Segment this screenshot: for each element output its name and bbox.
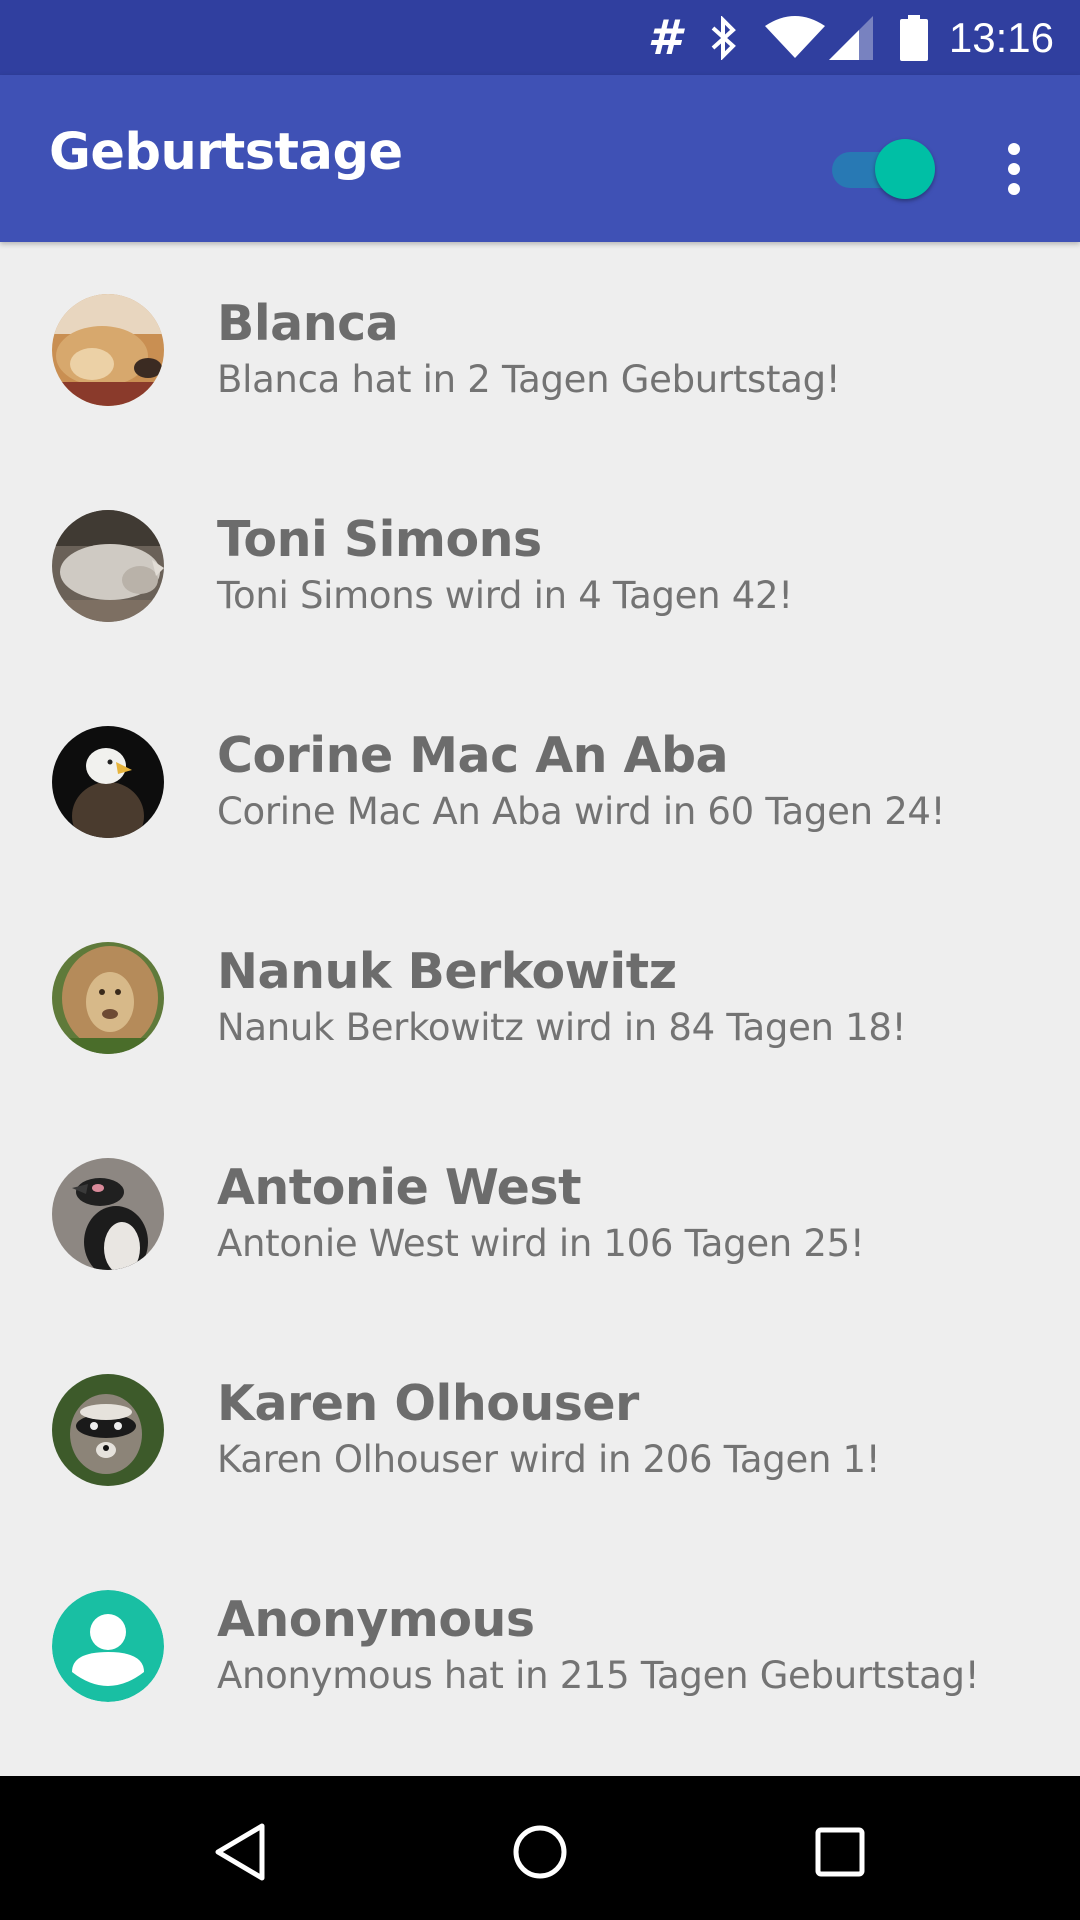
avatar (52, 1158, 164, 1270)
avatar (52, 1590, 164, 1702)
list-item-text: Antonie West Antonie West wird in 106 Ta… (217, 1159, 865, 1265)
page-title: Geburtstage (49, 123, 403, 182)
lion-photo-icon (52, 942, 164, 1054)
more-options-button[interactable] (990, 131, 1038, 207)
birthday-message: Nanuk Berkowitz wird in 84 Tagen 18! (217, 1006, 907, 1049)
toggle-thumb (875, 139, 935, 199)
contact-name: Blanca (217, 295, 399, 352)
birthday-message: Anonymous hat in 215 Tagen Geburtstag! (217, 1654, 980, 1697)
list-item[interactable]: Toni Simons Toni Simons wird in 4 Tagen … (0, 458, 1080, 674)
birthday-message: Antonie West wird in 106 Tagen 25! (217, 1222, 865, 1265)
contact-name: Anonymous (217, 1591, 535, 1648)
avatar (52, 726, 164, 838)
list-item[interactable]: Corine Mac An Aba Corine Mac An Aba wird… (0, 674, 1080, 890)
list-item-text: Corine Mac An Aba Corine Mac An Aba wird… (217, 727, 946, 833)
avatar (52, 1374, 164, 1486)
more-vert-icon (1008, 143, 1020, 155)
more-vert-icon-dot (1008, 163, 1020, 175)
list-item-text: Toni Simons Toni Simons wird in 4 Tagen … (217, 515, 793, 614)
default-person-icon (52, 1590, 164, 1702)
home-button[interactable] (500, 1812, 580, 1892)
avatar (52, 942, 164, 1054)
dog-photo-icon (52, 294, 164, 406)
avatar (52, 510, 164, 622)
notifications-toggle[interactable] (832, 139, 935, 201)
contact-name: Corine Mac An Aba (217, 727, 729, 784)
list-item[interactable]: Nanuk Berkowitz Nanuk Berkowitz wird in … (0, 890, 1080, 1106)
recents-icon (815, 1827, 865, 1877)
status-icons: # 13:16 (647, 0, 1054, 75)
status-bar: # 13:16 (0, 0, 1080, 75)
cell-signal-icon (828, 15, 873, 60)
avatar (52, 294, 164, 406)
bluetooth-icon (711, 15, 737, 60)
list-item-text: Karen Olhouser Karen Olhouser wird in 20… (217, 1375, 881, 1481)
list-item-text: Anonymous Anonymous hat in 215 Tagen Geb… (217, 1591, 980, 1697)
list-item[interactable]: Karen Olhouser Karen Olhouser wird in 20… (0, 1322, 1080, 1538)
birthday-list: Blanca Blanca hat in 2 Tagen Geburtstag!… (0, 242, 1080, 1754)
birthday-message: Toni Simons wird in 4 Tagen 42! (217, 574, 793, 617)
clock: 13:16 (948, 13, 1054, 61)
penguin-photo-icon (52, 1158, 164, 1270)
birthday-message: Karen Olhouser wird in 206 Tagen 1! (217, 1438, 881, 1481)
battery-icon (899, 14, 929, 61)
eagle-photo-icon (52, 726, 164, 838)
back-button[interactable] (200, 1812, 280, 1892)
birthday-message: Blanca hat in 2 Tagen Geburtstag! (217, 358, 841, 401)
navigation-bar (0, 1776, 1080, 1920)
contact-name: Karen Olhouser (217, 1375, 639, 1432)
contact-name: Toni Simons (217, 511, 542, 568)
list-item-text: Nanuk Berkowitz Nanuk Berkowitz wird in … (217, 947, 906, 1046)
app-bar: Geburtstage (0, 75, 1080, 242)
back-icon (215, 1823, 265, 1881)
list-item[interactable]: Anonymous Anonymous hat in 215 Tagen Geb… (0, 1538, 1080, 1754)
recents-button[interactable] (800, 1812, 880, 1892)
list-item[interactable]: Blanca Blanca hat in 2 Tagen Geburtstag! (0, 242, 1080, 458)
home-icon (513, 1825, 567, 1879)
list-item[interactable]: Antonie West Antonie West wird in 106 Ta… (0, 1106, 1080, 1322)
wifi-icon (764, 15, 825, 60)
raccoon-photo-icon (52, 1374, 164, 1486)
list-item-text: Blanca Blanca hat in 2 Tagen Geburtstag! (217, 295, 841, 401)
more-vert-icon-dot (1008, 183, 1020, 195)
birthday-message: Corine Mac An Aba wird in 60 Tagen 24! (217, 790, 946, 833)
contact-name: Nanuk Berkowitz (217, 943, 677, 1000)
contact-name: Antonie West (217, 1159, 582, 1216)
hash-icon: # (647, 9, 681, 66)
rhino-photo-icon (52, 510, 164, 622)
